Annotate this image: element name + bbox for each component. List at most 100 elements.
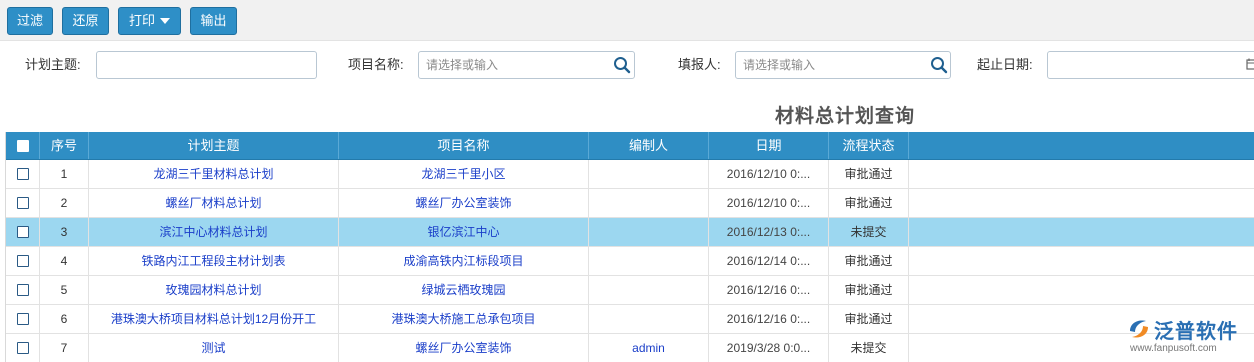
row-checkbox[interactable] (16, 196, 29, 209)
table-row[interactable]: 5 玫瑰园材料总计划 绿城云栖玫瑰园 2016/12/16 0:... 审批通过 (6, 276, 1254, 305)
table-header: 序号 计划主题 项目名称 编制人 日期 流程状态 (6, 132, 1254, 160)
project-name-link[interactable]: 龙湖三千里小区 (339, 160, 589, 188)
date-cell: 2016/12/13 0:... (709, 218, 829, 246)
search-icon[interactable] (613, 56, 631, 74)
row-filler (909, 218, 1254, 246)
date-cell: 2016/12/16 0:... (709, 276, 829, 304)
reset-button[interactable]: 还原 (62, 7, 109, 35)
project-name-input[interactable] (418, 51, 635, 79)
print-button-label: 打印 (128, 13, 155, 28)
plan-topic-label: 计划主题: (25, 57, 81, 72)
reporter-label: 填报人: (678, 57, 721, 72)
search-icon[interactable] (930, 56, 948, 74)
filter-bar: 计划主题: 项目名称: 填报人: 起止日期: (0, 41, 1254, 91)
date-range-input[interactable] (1047, 51, 1254, 79)
row-checkbox-cell (6, 305, 40, 333)
status-cell: 审批通过 (829, 305, 909, 333)
row-checkbox[interactable] (16, 341, 29, 354)
date-range-label: 起止日期: (977, 57, 1033, 72)
row-checkbox-cell (6, 334, 40, 362)
table-row[interactable]: 2 螺丝厂材料总计划 螺丝厂办公室装饰 2016/12/10 0:... 审批通过 (6, 189, 1254, 218)
editor-cell (589, 160, 709, 188)
editor-cell: admin (589, 334, 709, 362)
editor-cell (589, 305, 709, 333)
plan-topic-link[interactable]: 铁路内江工程段主材计划表 (89, 247, 339, 275)
editor-cell (589, 218, 709, 246)
row-checkbox-cell (6, 160, 40, 188)
table-row[interactable]: 4 铁路内江工程段主材计划表 成渝高铁内江标段项目 2016/12/14 0:... 审… (6, 247, 1254, 276)
row-index: 2 (40, 189, 89, 217)
editor-cell (589, 276, 709, 304)
row-index: 5 (40, 276, 89, 304)
toolbar: 过滤 还原 打印 输出 (0, 0, 1254, 41)
date-cell: 2016/12/10 0:... (709, 160, 829, 188)
plan-topic-link[interactable]: 玫瑰园材料总计划 (89, 276, 339, 304)
filter-button[interactable]: 过滤 (7, 7, 53, 35)
row-checkbox[interactable] (16, 254, 29, 267)
date-cell: 2019/3/28 0:0... (709, 334, 829, 362)
row-checkbox[interactable] (16, 283, 29, 296)
export-button[interactable]: 输出 (190, 7, 237, 35)
row-checkbox-cell (6, 276, 40, 304)
project-name-link[interactable]: 螺丝厂办公室装饰 (339, 334, 589, 362)
date-cell: 2016/12/14 0:... (709, 247, 829, 275)
status-cell: 未提交 (829, 334, 909, 362)
brand-url: www.fanpusoft.com (1130, 343, 1217, 354)
table-row[interactable]: 6 港珠澳大桥项目材料总计划12月份开工 港珠澳大桥施工总承包项目 2016/12/1… (6, 305, 1254, 334)
row-filler (909, 276, 1254, 304)
row-filler (909, 247, 1254, 275)
row-filler (909, 160, 1254, 188)
logo-icon (1130, 320, 1148, 338)
column-header[interactable]: 流程状态 (829, 132, 909, 159)
row-index: 3 (40, 218, 89, 246)
status-cell: 审批通过 (829, 247, 909, 275)
print-button[interactable]: 打印 (118, 7, 181, 35)
row-checkbox-cell (6, 247, 40, 275)
row-checkbox[interactable] (16, 312, 29, 325)
status-cell: 审批通过 (829, 189, 909, 217)
plan-topic-link[interactable]: 滨江中心材料总计划 (89, 218, 339, 246)
project-name-link[interactable]: 螺丝厂办公室装饰 (339, 189, 589, 217)
row-index: 6 (40, 305, 89, 333)
row-checkbox[interactable] (16, 167, 29, 180)
date-cell: 2016/12/16 0:... (709, 305, 829, 333)
project-name-link[interactable]: 成渝高铁内江标段项目 (339, 247, 589, 275)
project-name-label: 项目名称: (348, 57, 404, 72)
plan-topic-link[interactable]: 港珠澳大桥项目材料总计划12月份开工 (89, 305, 339, 333)
table-body: 1 龙湖三千里材料总计划 龙湖三千里小区 2016/12/10 0:... 审批通过 2 螺… (6, 160, 1254, 362)
plan-topic-input[interactable] (96, 51, 317, 79)
editor-cell (589, 189, 709, 217)
plan-topic-link[interactable]: 螺丝厂材料总计划 (89, 189, 339, 217)
row-filler (909, 189, 1254, 217)
row-index: 1 (40, 160, 89, 188)
row-checkbox[interactable] (16, 225, 29, 238)
row-checkbox-cell (6, 218, 40, 246)
brand-watermark: 泛普软件 www.fanpusoft.com (1124, 313, 1254, 362)
project-name-link[interactable]: 银亿滨江中心 (339, 218, 589, 246)
row-index: 4 (40, 247, 89, 275)
date-cell: 2016/12/10 0:... (709, 189, 829, 217)
select-all-checkbox[interactable] (16, 139, 29, 152)
material-plan-table: 序号 计划主题 项目名称 编制人 日期 流程状态 1 龙湖三千里材料总计划 龙湖三千… (5, 132, 1254, 362)
table-row[interactable]: 1 龙湖三千里材料总计划 龙湖三千里小区 2016/12/10 0:... 审批通过 (6, 160, 1254, 189)
calendar-icon[interactable] (1246, 57, 1254, 71)
column-header[interactable]: 编制人 (589, 132, 709, 159)
column-header[interactable]: 计划主题 (89, 132, 339, 159)
table-row[interactable]: 7 测试 螺丝厂办公室装饰 admin 2019/3/28 0:0... 未提交 (6, 334, 1254, 362)
editor-cell (589, 247, 709, 275)
column-header[interactable]: 项目名称 (339, 132, 589, 159)
status-cell: 未提交 (829, 218, 909, 246)
project-name-link[interactable]: 绿城云栖玫瑰园 (339, 276, 589, 304)
column-header[interactable]: 日期 (709, 132, 829, 159)
caret-down-icon (160, 17, 170, 24)
column-header[interactable]: 序号 (40, 132, 89, 159)
plan-topic-link[interactable]: 测试 (89, 334, 339, 362)
row-checkbox-cell (6, 189, 40, 217)
reporter-input[interactable] (735, 51, 951, 79)
status-cell: 审批通过 (829, 160, 909, 188)
project-name-link[interactable]: 港珠澳大桥施工总承包项目 (339, 305, 589, 333)
table-row[interactable]: 3 滨江中心材料总计划 银亿滨江中心 2016/12/13 0:... 未提交 (6, 218, 1254, 247)
plan-topic-link[interactable]: 龙湖三千里材料总计划 (89, 160, 339, 188)
column-header-filler (909, 132, 1254, 159)
page-title: 材料总计划查询 (775, 106, 916, 127)
